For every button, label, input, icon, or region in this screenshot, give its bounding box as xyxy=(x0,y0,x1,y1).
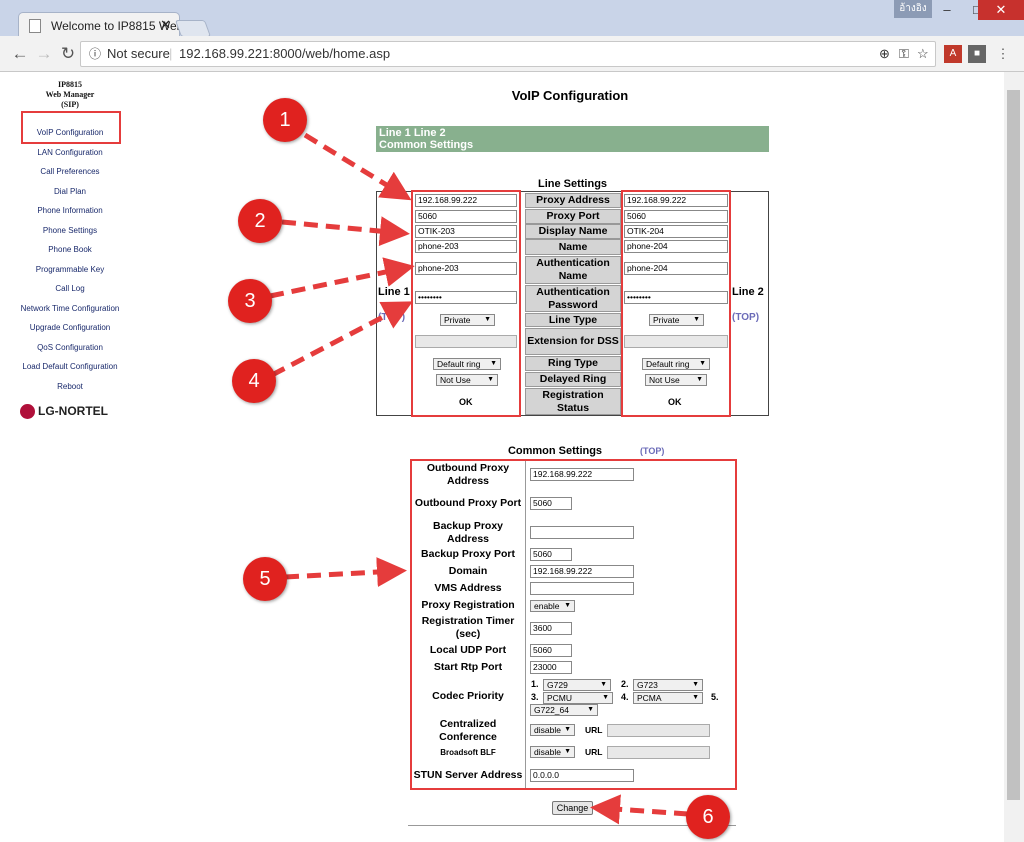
annotation-arrows xyxy=(269,132,689,825)
arrow-3 xyxy=(269,257,415,299)
arrow-5 xyxy=(284,557,407,588)
arrow-4 xyxy=(270,301,413,378)
scrollbar-thumb[interactable] xyxy=(1007,90,1020,800)
annotation-badge-1: 1 xyxy=(263,98,307,142)
annotation-badge-2: 2 xyxy=(238,199,282,243)
annotation-badge-6: 6 xyxy=(686,795,730,839)
arrow-1 xyxy=(303,132,412,201)
arrow-6 xyxy=(590,794,689,825)
annotation-badge-5: 5 xyxy=(243,557,287,601)
arrow-2 xyxy=(281,216,410,247)
annotation-badge-4: 4 xyxy=(232,359,276,403)
annotation-badge-3: 3 xyxy=(228,279,272,323)
